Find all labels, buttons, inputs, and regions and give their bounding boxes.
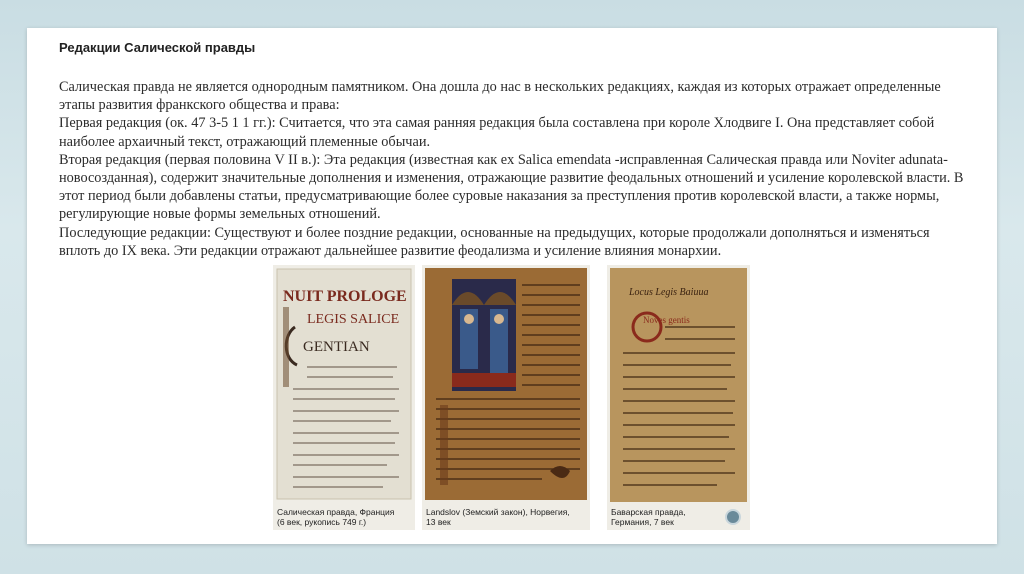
- manuscript-heading-line-1: Locus Legis Baiuua: [628, 287, 708, 298]
- slide-body: Салическая правда не является однородным…: [59, 78, 971, 260]
- manuscript-image-salic-france: NUIT PROLOGE LEGIS SALICE GENTIAN Саличе…: [273, 265, 415, 530]
- manuscript-heading-line-3: GENTIAN: [303, 339, 370, 355]
- manuscript-heading-line-2: Noves gentis: [643, 315, 690, 325]
- slide-title: Редакции Салической правды: [59, 40, 256, 55]
- manuscript-page-landslov: [422, 265, 590, 530]
- paragraph-second-redaction: Вторая редакция (первая половина V II в.…: [59, 151, 964, 223]
- manuscript-image-bavarian-germany: Locus Legis Baiuua Noves gentis Баварска…: [607, 265, 750, 530]
- manuscript-page-bavarian: Locus Legis Baiuua Noves gentis: [607, 265, 750, 530]
- image-caption-salic: Салическая правда, Франция (6 век, рукоп…: [277, 507, 395, 527]
- slide: Редакции Салической правды Салическая пр…: [27, 28, 997, 544]
- manuscript-page-salic: NUIT PROLOGE LEGIS SALICE GENTIAN: [273, 265, 415, 530]
- image-caption-landslov: Landslov (Земский закон), Норвегия, 13 в…: [426, 507, 570, 527]
- paragraph-later-redactions: Последующие редакции: Существуют и более…: [59, 224, 930, 259]
- manuscript-image-landslov-norway: Landslov (Земский закон), Норвегия, 13 в…: [422, 265, 590, 530]
- paragraph-first-redaction: Первая редакция (ок. 47 3-5 1 1 гг.): Сч…: [59, 115, 935, 150]
- image-caption-bavarian: Баварская правда, Германия, 7 век: [611, 507, 686, 527]
- manuscript-heading-line-2: LEGIS SALICE: [307, 312, 399, 327]
- paragraph-intro: Салическая правда не является однородным…: [59, 79, 941, 114]
- manuscript-heading-line-1: NUIT PROLOGE: [283, 288, 407, 305]
